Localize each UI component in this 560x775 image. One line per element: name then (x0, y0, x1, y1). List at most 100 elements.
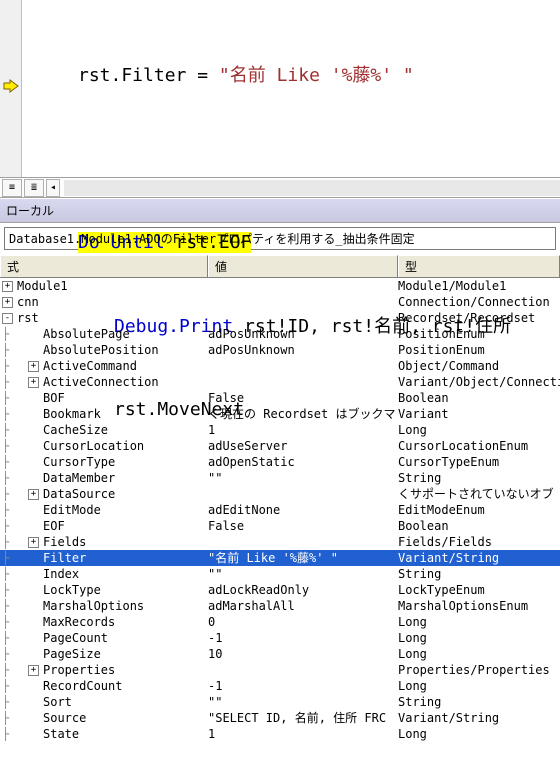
tree-row[interactable]: ├BOFFalseBoolean (0, 390, 560, 406)
tree-spacer (28, 329, 39, 340)
tree-spacer (28, 601, 39, 612)
tree-branch-icon: ├ (2, 470, 28, 486)
expand-icon[interactable]: + (28, 537, 39, 548)
tree-spacer (28, 393, 39, 404)
tree-row[interactable]: ├Filter"名前 Like '%藤%' "Variant/String (0, 550, 560, 566)
property-type: PositionEnum (398, 342, 560, 358)
property-name: BOF (43, 390, 65, 406)
tree-row[interactable]: ├Sort""String (0, 694, 560, 710)
expand-icon[interactable]: + (28, 665, 39, 676)
tree-branch-icon: ├ (2, 726, 28, 742)
code-content[interactable]: rst.Filter = "名前 Like '%藤%' " Do Until r… (22, 0, 560, 177)
locals-tree[interactable]: +Module1Module1/Module1+cnnConnection/Co… (0, 278, 560, 742)
tree-row[interactable]: ├Bookmarkく現在の Recordset はブックマVariant (0, 406, 560, 422)
property-type: Variant/Object/Connection (398, 374, 560, 390)
property-name: CacheSize (43, 422, 108, 438)
tree-branch-icon: ├ (2, 662, 28, 678)
tree-spacer (28, 681, 39, 692)
tree-row[interactable]: ├+PropertiesProperties/Properties (0, 662, 560, 678)
column-header-value[interactable]: 値 (208, 255, 398, 277)
property-type: Connection/Connection (398, 294, 560, 310)
property-value: adOpenStatic (208, 454, 398, 470)
locals-grid-header: 式 値 型 (0, 254, 560, 278)
property-type: Boolean (398, 518, 560, 534)
tree-row[interactable]: ├AbsolutePageadPosUnknownPositionEnum (0, 326, 560, 342)
property-value: adEditNone (208, 502, 398, 518)
property-value: 10 (208, 646, 398, 662)
tree-spacer (28, 345, 39, 356)
tree-branch-icon: ├ (2, 326, 28, 342)
tree-row[interactable]: ├EditModeadEditNoneEditModeEnum (0, 502, 560, 518)
tree-branch-icon: ├ (2, 534, 28, 550)
property-name: DataMember (43, 470, 115, 486)
tree-row[interactable]: ├PageSize10Long (0, 646, 560, 662)
tree-row[interactable]: ├Index""String (0, 566, 560, 582)
property-name: cnn (17, 294, 39, 310)
tree-spacer (28, 569, 39, 580)
tree-spacer (28, 713, 39, 724)
tree-spacer (28, 617, 39, 628)
tree-spacer (28, 425, 39, 436)
property-name: Fields (43, 534, 86, 550)
tree-branch-icon: ├ (2, 694, 28, 710)
tree-row[interactable]: ├+DataSourceくサポートされていないオブ (0, 486, 560, 502)
tree-spacer (28, 457, 39, 468)
tree-row[interactable]: ├MarshalOptionsadMarshalAllMarshalOption… (0, 598, 560, 614)
property-type: String (398, 470, 560, 486)
property-name: rst (17, 310, 39, 326)
expand-icon[interactable]: + (2, 297, 13, 308)
property-type: Variant/String (398, 710, 560, 726)
code-toolbar: ≡ ≣ ◂ (0, 178, 560, 198)
horizontal-scrollbar[interactable] (64, 180, 560, 196)
expand-icon[interactable]: + (28, 377, 39, 388)
tree-row[interactable]: ├LockTypeadLockReadOnlyLockTypeEnum (0, 582, 560, 598)
column-header-type[interactable]: 型 (398, 255, 560, 277)
tree-row[interactable]: ├RecordCount-1Long (0, 678, 560, 694)
tree-row[interactable]: ├ DataMember ""String (0, 470, 560, 486)
tree-spacer (28, 409, 39, 420)
property-value: False (208, 390, 398, 406)
property-name: EditMode (43, 502, 101, 518)
property-name: DataSource (43, 486, 115, 502)
tree-branch-icon: ├ (2, 710, 28, 726)
tree-row[interactable]: ├State1Long (0, 726, 560, 742)
scroll-left-button[interactable]: ◂ (46, 179, 60, 197)
column-header-expression[interactable]: 式 (0, 255, 208, 277)
tree-branch-icon: ├ (2, 630, 28, 646)
property-name: CursorType (43, 454, 115, 470)
property-name: MarshalOptions (43, 598, 144, 614)
property-name: Module1 (17, 278, 68, 294)
expand-icon[interactable]: + (28, 361, 39, 372)
tree-row[interactable]: ├ AbsolutePosition adPosUnknownPositionEnu… (0, 342, 560, 358)
expand-icon[interactable]: + (2, 281, 13, 292)
tree-row[interactable]: ├CacheSize1Long (0, 422, 560, 438)
tree-row[interactable]: ├EOFFalseBoolean (0, 518, 560, 534)
property-value: adPosUnknown (208, 342, 398, 358)
property-name: EOF (43, 518, 65, 534)
property-name: Index (43, 566, 79, 582)
tree-spacer (28, 729, 39, 740)
tree-row[interactable]: ├Source"SELECT ID, 名前, 住所 FRCVariant/Str… (0, 710, 560, 726)
tree-spacer (28, 585, 39, 596)
tree-row[interactable]: ├MaxRecords0Long (0, 614, 560, 630)
property-value: "" (208, 694, 398, 710)
toolbar-button-a[interactable]: ≡ (2, 179, 22, 197)
tree-branch-icon: ├ (2, 390, 28, 406)
property-name: ActiveCommand (43, 358, 137, 374)
tree-row[interactable]: ├CursorLocationadUseServerCursorLocation… (0, 438, 560, 454)
expand-icon[interactable]: + (28, 489, 39, 500)
tree-row[interactable]: ├CursorTypeadOpenStaticCursorTypeEnum (0, 454, 560, 470)
property-name: AbsolutePosition (43, 342, 159, 358)
tree-row[interactable]: ├+FieldsFields/Fields (0, 534, 560, 550)
tree-branch-icon: ├ (2, 342, 28, 358)
tree-branch-icon: ├ (2, 646, 28, 662)
toolbar-button-b[interactable]: ≣ (24, 179, 44, 197)
code-editor[interactable]: rst.Filter = "名前 Like '%藤%' " Do Until r… (0, 0, 560, 178)
property-value: adPosUnknown (208, 326, 398, 342)
collapse-icon[interactable]: - (2, 313, 13, 324)
tree-spacer (28, 697, 39, 708)
property-type: Long (398, 630, 560, 646)
tree-row[interactable]: ├PageCount-1Long (0, 630, 560, 646)
property-type: くサポートされていないオブ (398, 486, 560, 502)
property-value: "" (208, 470, 398, 486)
